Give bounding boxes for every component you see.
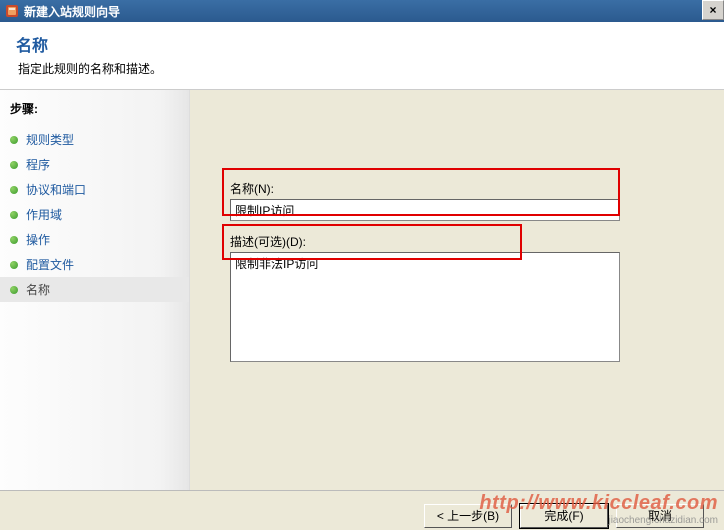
bullet-icon <box>10 261 18 269</box>
steps-sidebar: 步骤: 规则类型程序协议和端口作用域操作配置文件名称 <box>0 90 190 490</box>
step-label: 程序 <box>26 156 50 173</box>
steps-heading: 步骤: <box>10 100 189 117</box>
step-item[interactable]: 规则类型 <box>10 127 189 152</box>
bullet-icon <box>10 136 18 144</box>
step-item[interactable]: 协议和端口 <box>10 177 189 202</box>
step-label: 协议和端口 <box>26 181 86 198</box>
page-title: 名称 <box>16 32 708 56</box>
bullet-icon <box>10 211 18 219</box>
step-label: 作用域 <box>26 206 62 223</box>
window-title: 新建入站规则向导 <box>24 3 120 20</box>
cancel-button[interactable]: 取消 <box>616 504 704 528</box>
step-item[interactable]: 程序 <box>10 152 189 177</box>
bullet-icon <box>10 161 18 169</box>
close-icon: × <box>709 3 716 17</box>
wizard-footer: < 上一步(B) 完成(F) 取消 <box>0 490 724 530</box>
close-button[interactable]: × <box>702 0 724 20</box>
step-item[interactable]: 配置文件 <box>10 252 189 277</box>
step-item[interactable]: 作用域 <box>10 202 189 227</box>
name-label: 名称(N): <box>230 180 694 197</box>
step-label: 规则类型 <box>26 131 74 148</box>
name-input[interactable] <box>230 199 620 221</box>
bullet-icon <box>10 236 18 244</box>
back-button[interactable]: < 上一步(B) <box>424 504 512 528</box>
step-label: 操作 <box>26 231 50 248</box>
name-field-row: 名称(N): <box>230 180 694 221</box>
page-header: 名称 指定此规则的名称和描述。 <box>0 22 724 90</box>
description-field-row: 描述(可选)(D): <box>230 233 694 365</box>
form-content: 名称(N): 描述(可选)(D): <box>190 90 724 490</box>
step-item[interactable]: 操作 <box>10 227 189 252</box>
wizard-body: 步骤: 规则类型程序协议和端口作用域操作配置文件名称 名称(N): 描述(可选)… <box>0 90 724 490</box>
step-label: 配置文件 <box>26 256 74 273</box>
page-description: 指定此规则的名称和描述。 <box>18 60 708 77</box>
description-label: 描述(可选)(D): <box>230 233 694 250</box>
step-item[interactable]: 名称 <box>0 277 189 302</box>
bullet-icon <box>10 286 18 294</box>
description-textarea[interactable] <box>230 252 620 362</box>
title-bar: 新建入站规则向导 × <box>0 0 724 22</box>
finish-button[interactable]: 完成(F) <box>520 504 608 528</box>
bullet-icon <box>10 186 18 194</box>
step-label: 名称 <box>26 281 50 298</box>
app-icon <box>4 3 20 19</box>
